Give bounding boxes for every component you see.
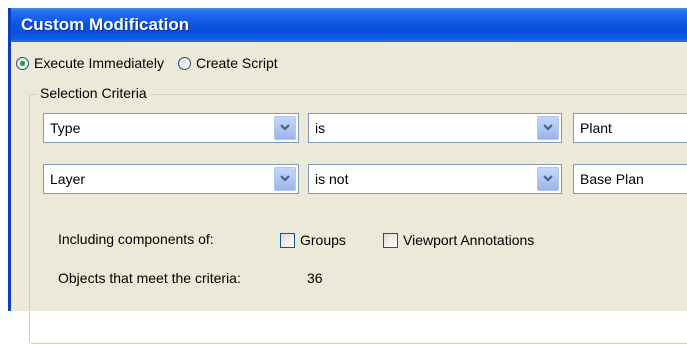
criteria-row-2-operator-dropdown[interactable]: is not [308, 164, 562, 194]
groups-label: Groups [300, 232, 346, 248]
radio-selected-icon [16, 56, 29, 70]
chevron-down-icon[interactable] [537, 116, 559, 140]
criteria-row-1-operator-value: is [315, 120, 326, 136]
chevron-down-icon[interactable] [274, 116, 296, 140]
mode-radio-group: Execute Immediately Create Script [16, 53, 292, 73]
viewport-annotations-label: Viewport Annotations [403, 232, 535, 248]
criteria-row-1-field-value: Type [50, 120, 81, 136]
groups-checkbox[interactable]: Groups [280, 232, 346, 248]
create-script-radio[interactable]: Create Script [177, 55, 278, 71]
window-title: Custom Modification [11, 8, 687, 42]
objects-count: 36 [307, 270, 323, 286]
checkbox-unchecked-icon [383, 232, 398, 248]
including-components-label: Including components of: [58, 231, 214, 247]
criteria-row-1-value: Plant [580, 120, 612, 136]
objects-meet-criteria-label: Objects that meet the criteria: [58, 270, 241, 286]
criteria-row-2-operator-value: is not [315, 171, 349, 187]
chevron-down-icon[interactable] [274, 167, 296, 191]
execute-immediately-radio[interactable]: Execute Immediately [16, 55, 164, 71]
criteria-row-2-value: Base Plan [580, 171, 644, 187]
execute-immediately-label: Execute Immediately [34, 55, 164, 71]
radio-unselected-icon [177, 56, 191, 70]
viewport-annotations-checkbox[interactable]: Viewport Annotations [383, 232, 534, 248]
create-script-label: Create Script [195, 55, 278, 71]
criteria-row-1-field-dropdown[interactable]: Type [43, 113, 299, 143]
criteria-row-1-operator-dropdown[interactable]: is [308, 113, 562, 143]
criteria-row-2-value-field[interactable]: Base Plan [573, 164, 687, 194]
checkbox-unchecked-icon [280, 232, 295, 248]
criteria-row-1-value-field[interactable]: Plant [573, 113, 687, 143]
chevron-down-icon[interactable] [537, 167, 559, 191]
criteria-row-2-field-dropdown[interactable]: Layer [43, 164, 299, 194]
selection-criteria-legend: Selection Criteria [36, 85, 151, 101]
criteria-row-2-field-value: Layer [50, 171, 86, 187]
